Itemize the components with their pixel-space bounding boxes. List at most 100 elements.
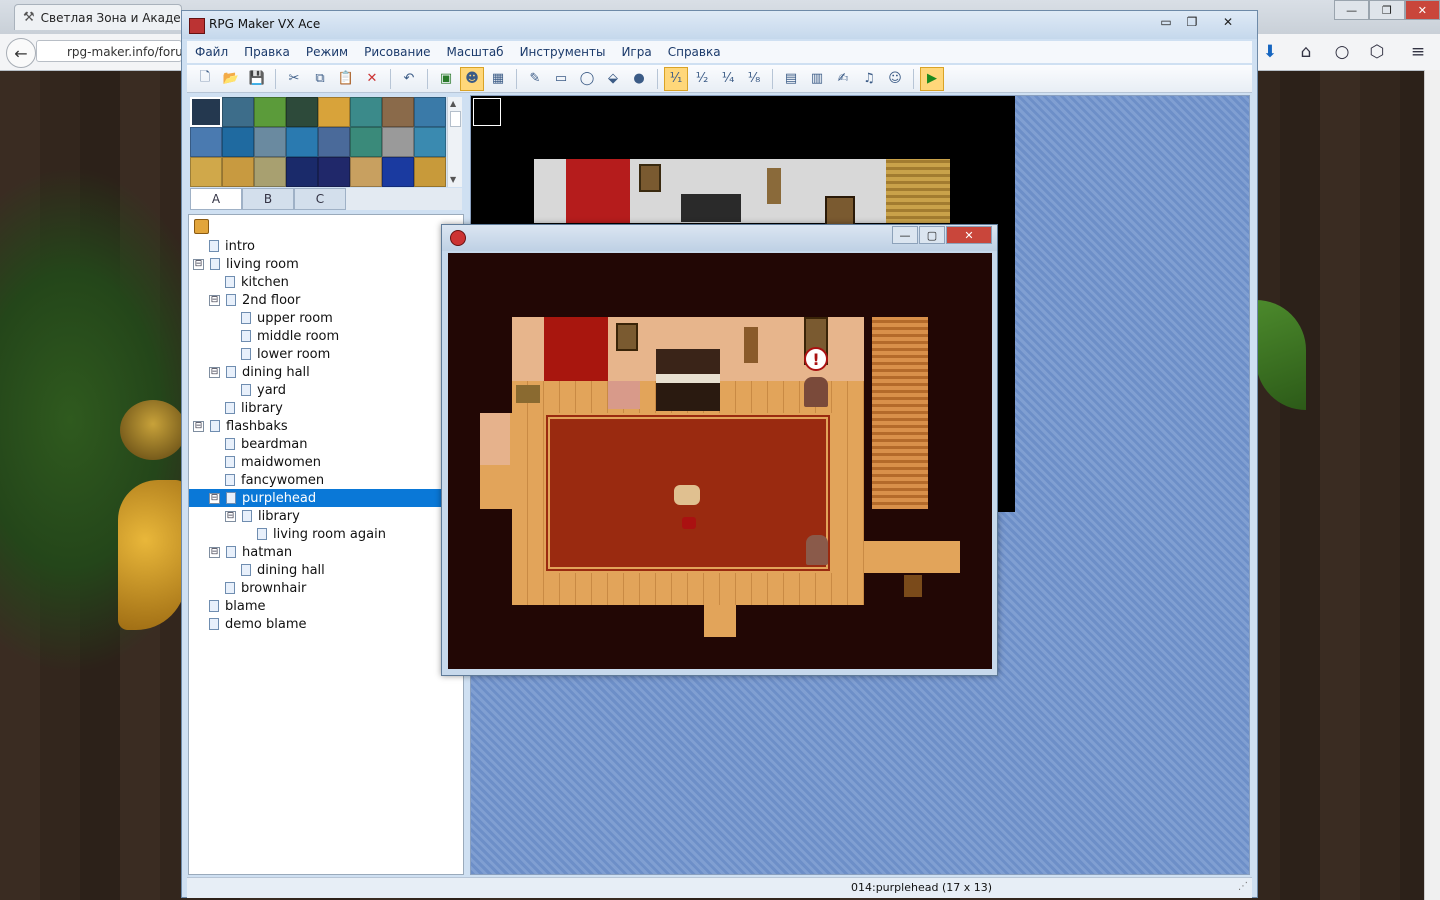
- pencil-icon[interactable]: ✎: [523, 67, 547, 91]
- menu-tools[interactable]: Инструменты: [512, 45, 614, 59]
- tree-node-kitchen[interactable]: kitchen: [225, 273, 289, 291]
- character-generator-icon[interactable]: ☺: [883, 67, 907, 91]
- tile[interactable]: [318, 127, 350, 157]
- tree-node-library-2[interactable]: ⊟ library: [225, 507, 300, 525]
- collapse-icon[interactable]: ⊟: [193, 258, 204, 270]
- close-icon[interactable]: ✕: [1404, 0, 1440, 20]
- tab-c[interactable]: C: [294, 188, 346, 210]
- tree-node-maidwomen[interactable]: maidwomen: [225, 453, 321, 471]
- collapse-icon[interactable]: ⊟: [225, 510, 236, 522]
- tree-node-hatman[interactable]: ⊟ hatman: [209, 543, 292, 561]
- script-editor-icon[interactable]: ✍: [831, 67, 855, 91]
- playtest-icon[interactable]: ▶: [920, 66, 944, 91]
- tile[interactable]: [254, 127, 286, 157]
- tree-node-2nd-floor[interactable]: ⊟ 2nd floor: [209, 291, 300, 309]
- paste-icon[interactable]: 📋: [334, 67, 358, 91]
- maximize-icon[interactable]: ▢: [919, 226, 945, 244]
- open-project-icon[interactable]: 📂: [219, 67, 243, 91]
- extension-icon[interactable]: ⬡: [1365, 40, 1389, 64]
- database-icon[interactable]: ▤: [779, 67, 803, 91]
- zoom-1-4-icon[interactable]: ¹⁄₄: [716, 67, 740, 91]
- tile[interactable]: [414, 127, 446, 157]
- tree-node-yard[interactable]: yard: [241, 381, 286, 399]
- chat-icon[interactable]: ○: [1330, 40, 1354, 64]
- zoom-1-2-icon[interactable]: ¹⁄₂: [690, 67, 714, 91]
- region-mode-icon[interactable]: ▦: [486, 67, 510, 91]
- tab-a[interactable]: A: [190, 188, 242, 210]
- undo-icon[interactable]: ↶: [397, 67, 421, 91]
- new-project-icon[interactable]: 🗋: [193, 67, 217, 91]
- cut-icon[interactable]: ✂: [282, 67, 306, 91]
- browser-tab[interactable]: ⚒ Светлая Зона и Академия: [14, 4, 182, 30]
- maximize-icon[interactable]: ❐: [1369, 0, 1405, 20]
- arrow-up-icon[interactable]: ▲: [450, 99, 456, 108]
- tile[interactable]: [382, 157, 414, 187]
- tile[interactable]: [254, 157, 286, 187]
- zoom-1-8-icon[interactable]: ¹⁄₈: [742, 67, 766, 91]
- tab-b[interactable]: B: [242, 188, 294, 210]
- project-root-icon[interactable]: [194, 219, 209, 234]
- tile[interactable]: [318, 97, 350, 127]
- menu-icon[interactable]: ≡: [1406, 40, 1430, 64]
- tree-node-dining-hall-2[interactable]: dining hall: [241, 561, 325, 579]
- tile[interactable]: [190, 157, 222, 187]
- tile[interactable]: [286, 127, 318, 157]
- ellipse-icon[interactable]: ◯: [575, 67, 599, 91]
- resource-manager-icon[interactable]: ▥: [805, 67, 829, 91]
- home-icon[interactable]: ⌂: [1294, 40, 1318, 64]
- collapse-icon[interactable]: ⊟: [193, 420, 204, 432]
- tileset-palette[interactable]: [190, 97, 446, 187]
- url-field[interactable]: rpg-maker.info/forum: [36, 40, 182, 62]
- collapse-icon[interactable]: ⊟: [209, 294, 220, 306]
- sound-test-icon[interactable]: ♫: [857, 67, 881, 91]
- tile[interactable]: [382, 97, 414, 127]
- tile[interactable]: [222, 157, 254, 187]
- save-project-icon[interactable]: 💾: [245, 67, 269, 91]
- map-tree[interactable]: intro ⊟ living room kitchen ⊟ 2nd floor up…: [188, 214, 464, 875]
- tileset-scrollbar[interactable]: ▲ ▼: [447, 97, 462, 187]
- tile[interactable]: [350, 127, 382, 157]
- menu-game[interactable]: Игра: [613, 45, 659, 59]
- collapse-icon[interactable]: ⊟: [209, 546, 220, 558]
- resize-grip-icon[interactable]: ⋰: [1238, 881, 1248, 892]
- tree-node-middle-room[interactable]: middle room: [241, 327, 339, 345]
- copy-icon[interactable]: ⧉: [308, 67, 332, 91]
- tile[interactable]: [286, 157, 318, 187]
- zoom-1-1-icon[interactable]: ¹⁄₁: [664, 66, 688, 91]
- tree-node-lower-room[interactable]: lower room: [241, 345, 330, 363]
- menu-help[interactable]: Справка: [660, 45, 729, 59]
- tile[interactable]: [190, 97, 222, 127]
- game-character-player[interactable]: [674, 485, 700, 505]
- minimize-icon[interactable]: —: [892, 226, 918, 244]
- tree-node-demo-blame[interactable]: demo blame: [209, 615, 307, 633]
- tile[interactable]: [254, 97, 286, 127]
- tree-node-living-room[interactable]: ⊟ living room: [193, 255, 299, 273]
- close-icon[interactable]: ✕: [946, 226, 992, 244]
- download-icon[interactable]: ⬇: [1258, 40, 1282, 64]
- scroll-thumb[interactable]: [450, 111, 461, 127]
- game-character-npc-2[interactable]: [806, 535, 828, 565]
- tile[interactable]: [414, 97, 446, 127]
- menu-scale[interactable]: Масштаб: [439, 45, 512, 59]
- tile[interactable]: [222, 127, 254, 157]
- tree-node-beardman[interactable]: beardman: [225, 435, 307, 453]
- tile[interactable]: [382, 127, 414, 157]
- collapse-icon[interactable]: ⊟: [209, 492, 220, 504]
- tree-node-upper-room[interactable]: upper room: [241, 309, 333, 327]
- minimize-icon[interactable]: ▭: [1152, 13, 1180, 31]
- fill-icon[interactable]: ⬙: [601, 67, 625, 91]
- back-button[interactable]: ←: [6, 38, 36, 68]
- tile[interactable]: [222, 97, 254, 127]
- tile[interactable]: [190, 127, 222, 157]
- game-item[interactable]: [682, 517, 696, 529]
- tree-node-flashbaks[interactable]: ⊟ flashbaks: [193, 417, 288, 435]
- tile[interactable]: [318, 157, 350, 187]
- tree-node-blame[interactable]: blame: [209, 597, 266, 615]
- tile[interactable]: [286, 97, 318, 127]
- tree-node-purplehead[interactable]: ⊟ purplehead: [189, 489, 463, 507]
- menu-draw[interactable]: Рисование: [356, 45, 438, 59]
- collapse-icon[interactable]: ⊟: [209, 366, 220, 378]
- rectangle-icon[interactable]: ▭: [549, 67, 573, 91]
- event-mode-icon[interactable]: ☻: [460, 66, 484, 91]
- tree-node-fancywomen[interactable]: fancywomen: [225, 471, 324, 489]
